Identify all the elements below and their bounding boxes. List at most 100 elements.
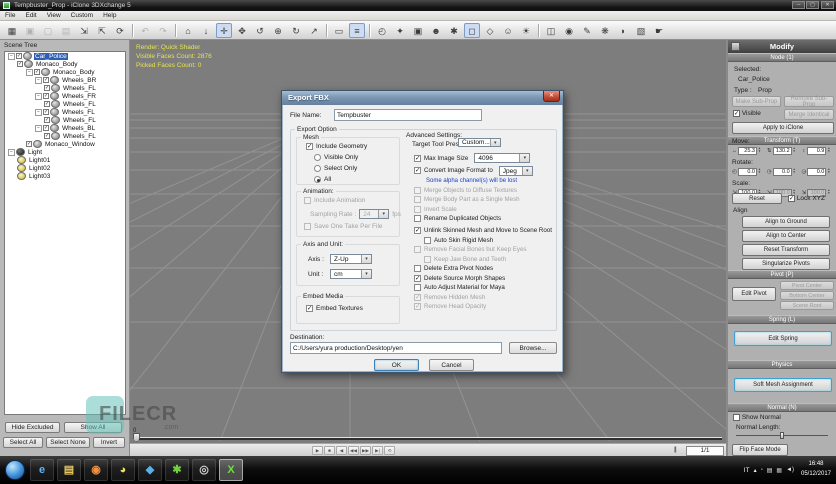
tree-checkbox[interactable]: ✓ xyxy=(16,53,22,59)
prev-frame-button[interactable]: ◀ xyxy=(336,446,347,455)
menu-edit[interactable]: Edit xyxy=(20,11,41,21)
move-tool-icon[interactable]: ✛ xyxy=(216,22,232,38)
taskbar-recorder-icon[interactable]: ◎ xyxy=(192,459,216,481)
taskbar-3dxchange-icon[interactable]: X xyxy=(219,459,243,481)
frame-all-icon[interactable]: ↗ xyxy=(306,23,322,38)
visible-checkbox[interactable]: ✓ Visible xyxy=(733,110,761,117)
tree-item[interactable]: ✓ Wheels_FL xyxy=(5,84,125,92)
align-button-reset-transform[interactable]: Reset Transform xyxy=(742,244,830,256)
dialog-close-button[interactable]: ✕ xyxy=(543,91,560,102)
tree-expander-icon[interactable]: − xyxy=(35,92,42,100)
maximize-button[interactable]: ▢ xyxy=(806,1,819,9)
section-normal[interactable]: Normal (N) xyxy=(728,403,836,412)
zoom-tool-icon[interactable]: ⊕ xyxy=(270,23,286,38)
checkbox-icon[interactable] xyxy=(414,196,421,203)
pivot-button-pivot-center[interactable]: Pivot Center xyxy=(780,281,834,290)
menu-help[interactable]: Help xyxy=(98,11,121,21)
tree-checkbox[interactable]: ✓ xyxy=(43,125,49,131)
timeline-track[interactable] xyxy=(136,437,722,440)
menu-view[interactable]: View xyxy=(42,11,66,21)
remove-sub-prop-button[interactable]: Remove Sub-Prop xyxy=(784,96,834,108)
advanced-option[interactable]: Auto Skin Rigid Mesh xyxy=(424,236,560,244)
export-icon[interactable]: ⇱ xyxy=(94,23,110,38)
select-none-button[interactable]: Select None xyxy=(46,437,90,448)
duplicate-icon[interactable]: ▤ xyxy=(58,23,74,38)
edit-spring-button[interactable]: Edit Spring xyxy=(734,331,832,346)
tree-checkbox[interactable]: ✓ xyxy=(26,141,32,147)
show-normal-checkbox[interactable]: ✓ Show Normal xyxy=(733,414,781,421)
tray-language[interactable]: IT xyxy=(744,467,750,474)
destination-input[interactable] xyxy=(290,342,502,354)
transform-value-field[interactable]: 0.0 xyxy=(772,167,792,176)
loop-button[interactable]: ⟲ xyxy=(384,446,395,455)
timeline-handle[interactable] xyxy=(133,433,140,442)
include-animation-checkbox[interactable]: Include Animation xyxy=(304,197,365,204)
tree-item[interactable]: Light01 xyxy=(5,156,125,164)
tree-checkbox[interactable]: ✓ xyxy=(43,93,49,99)
align-button-align-to-ground[interactable]: Align to Ground xyxy=(742,216,830,228)
ok-button[interactable]: OK xyxy=(374,359,419,371)
spinner-icon[interactable]: ▲▼ xyxy=(792,146,797,155)
advanced-option-combo[interactable]: 4096 xyxy=(474,153,531,163)
last-frame-button[interactable]: ▶| xyxy=(372,446,383,455)
stage-icon[interactable]: ◫ xyxy=(543,23,559,38)
unit-combo[interactable]: cm xyxy=(330,269,372,279)
edit-pose-icon[interactable]: ✎ xyxy=(579,23,595,38)
hide-excluded-button[interactable]: Hide Excluded xyxy=(5,422,60,433)
tree-item[interactable]: − ✓ Wheels_FL xyxy=(5,108,125,116)
soft-mesh-assignment-button[interactable]: Soft Mesh Assignment xyxy=(734,378,832,392)
dialog-title-bar[interactable]: Export FBX xyxy=(282,91,563,105)
checkbox-icon[interactable]: ✓ xyxy=(414,293,421,301)
redo-icon[interactable]: ↷ xyxy=(155,23,171,38)
display-icon[interactable]: ▣ xyxy=(410,23,426,38)
checkbox-icon[interactable] xyxy=(424,236,431,244)
taskbar-clock[interactable]: 16:48 05/12/2017 xyxy=(798,459,834,479)
tree-item[interactable]: − ✓ Wheels_BL xyxy=(5,124,125,132)
minimize-button[interactable]: ─ xyxy=(792,1,805,9)
props-icon[interactable]: ▧ xyxy=(633,23,649,38)
orbit-tool-icon[interactable]: ↺ xyxy=(252,23,268,38)
radio-select-only[interactable]: Select Only xyxy=(314,165,358,172)
camera-home-icon[interactable]: ⌂ xyxy=(180,23,196,38)
tree-item[interactable]: − ✓ Car_Police xyxy=(5,52,125,60)
spinner-icon[interactable]: ▲▼ xyxy=(826,188,831,197)
tree-expander-icon[interactable]: − xyxy=(35,108,42,116)
transform-value-field[interactable]: 130.2 xyxy=(772,146,792,155)
actor-icon[interactable]: ☺ xyxy=(500,23,516,38)
menu-custom[interactable]: Custom xyxy=(66,11,98,21)
play-button[interactable]: ▶ xyxy=(312,446,323,455)
tree-item[interactable]: Light03 xyxy=(5,172,125,180)
pivot-button-scene-root[interactable]: Scene Root xyxy=(780,301,834,310)
radio-all[interactable]: All xyxy=(314,176,358,183)
advanced-option[interactable]: ✓ Unlink Skinned Mesh and Move to Scene R… xyxy=(414,227,560,234)
checkbox-icon[interactable]: ✓ xyxy=(414,227,421,234)
tree-expander-icon[interactable]: − xyxy=(8,52,15,60)
tree-item[interactable]: ✓ Monaco_Body xyxy=(5,60,125,68)
section-spring[interactable]: Spring (L) xyxy=(728,315,836,324)
taskbar-ie-icon[interactable]: e xyxy=(30,459,54,481)
render-mode-icon[interactable]: ▭ xyxy=(331,23,347,38)
align-button-align-to-center[interactable]: Align to Center xyxy=(742,230,830,242)
advanced-option[interactable]: ✓ Max Image Size 4096 xyxy=(414,153,560,163)
apply-to-iclone-button[interactable]: Apply to iClone xyxy=(732,122,834,134)
tree-expander-icon[interactable]: − xyxy=(26,68,33,76)
tree-checkbox[interactable]: ✓ xyxy=(34,69,40,75)
spinner-icon[interactable]: ▲▼ xyxy=(757,167,762,176)
advanced-option[interactable]: Invert Scale xyxy=(414,205,560,213)
rotate-tool-icon[interactable]: ↻ xyxy=(288,23,304,38)
tree-expander-icon[interactable]: − xyxy=(35,124,42,132)
advanced-option[interactable]: Auto Adjust Material for Maya xyxy=(414,284,560,291)
save-one-take-checkbox[interactable]: Save One Take Per File xyxy=(304,223,383,230)
tree-checkbox[interactable]: ✓ xyxy=(44,117,50,123)
settings-icon[interactable]: ✱ xyxy=(446,23,462,38)
undo-icon[interactable]: ↶ xyxy=(137,23,153,38)
taskbar-3ds-icon[interactable]: ◆ xyxy=(138,459,162,481)
browse-button[interactable]: Browse... xyxy=(509,342,557,354)
tray-app2-icon[interactable]: ▤ xyxy=(767,467,773,474)
advanced-option[interactable]: Remove Facial Bones but Keep Eyes xyxy=(414,246,560,253)
spinner-icon[interactable]: ▲▼ xyxy=(792,167,797,176)
checkbox-icon[interactable] xyxy=(424,255,431,263)
tree-item[interactable]: − ✓ Wheels_FR xyxy=(5,92,125,100)
checkbox-icon[interactable]: ✓ xyxy=(414,154,421,162)
checkbox-icon[interactable] xyxy=(414,265,421,272)
